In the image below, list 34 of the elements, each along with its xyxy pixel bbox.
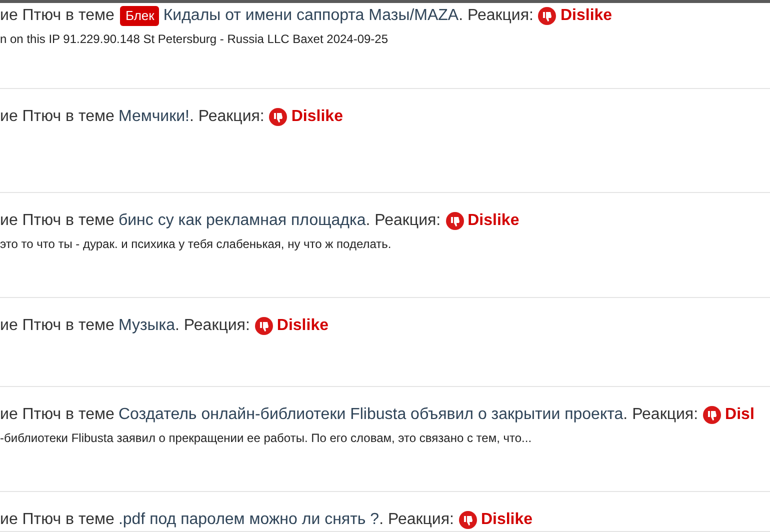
thread-link[interactable]: Музыка — [118, 316, 176, 336]
post-snippet: -библиотеки Flibusta заявил о прекращении ее работы. По его словам, это связано с тем, что... — [0, 431, 533, 445]
reaction-label: Disl — [725, 405, 754, 425]
alert-text: ие Птюч в теме — [0, 211, 114, 231]
alert-text: ие Птюч в теме — [0, 510, 114, 530]
thumbs-down-icon — [538, 7, 556, 25]
reaction-label: Dislike — [468, 211, 520, 231]
thread-link[interactable]: Создатель онлайн-библиотеки Flibusta объявил о закрытии проекта — [118, 405, 624, 425]
alert-text: . Реакция: — [623, 405, 698, 425]
thumbs-down-icon — [703, 406, 722, 424]
thumbs-down-icon — [254, 317, 273, 335]
alert-text: . Реакция: — [366, 211, 441, 231]
thread-link[interactable]: Мемчики! — [118, 107, 190, 127]
alert-text: . Реакция: — [190, 107, 264, 127]
thumbs-down-icon — [269, 108, 288, 126]
thread-link[interactable]: бинс су как рекламная площадка — [118, 211, 366, 231]
alert-text: ие Птюч в теме — [0, 405, 114, 425]
reaction-label: Dislike — [560, 6, 612, 26]
post-snippet: n on this IP 91.229.90.148 St Petersburg - Russia LLC Baxet 2024-09-25 — [0, 32, 390, 46]
alert-text: ие Птюч в теме — [0, 107, 114, 127]
reaction-label: Dislike — [276, 316, 328, 336]
thread-prefix-label: Блек — [120, 6, 160, 26]
alert-text: . Реакция: — [175, 316, 250, 336]
thumbs-down-icon — [458, 511, 477, 529]
alert-text: ие Птюч в теме — [0, 6, 114, 26]
post-snippet: это то что ты - дурак. и психика у тебя слабенькая, ну что ж поделать. — [0, 237, 392, 251]
alert-text: . Реакция: — [379, 510, 454, 530]
thread-link[interactable]: .pdf под паролем можно ли снять ? — [118, 510, 380, 530]
reaction-label: Dislike — [291, 107, 343, 127]
reaction-label: Dislike — [480, 510, 533, 530]
thumbs-down-icon — [446, 212, 464, 230]
alert-text: . Реакция: — [458, 6, 534, 26]
thread-link[interactable]: Кидалы от имени саппорта Мазы/MAZA — [163, 6, 459, 26]
alert-text: ие Птюч в теме — [0, 316, 114, 336]
